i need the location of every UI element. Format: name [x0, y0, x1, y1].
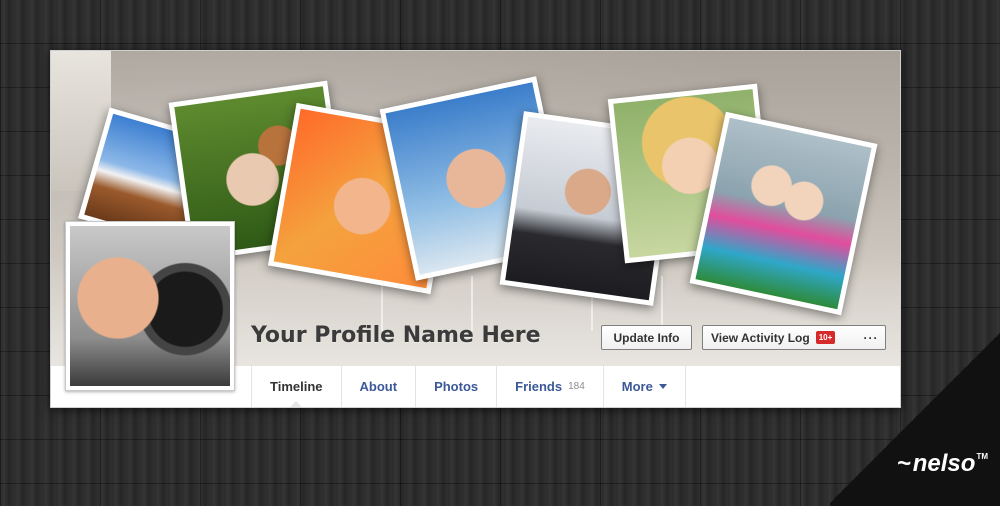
swirl-icon: ~: [896, 450, 911, 477]
chevron-down-icon: [658, 384, 667, 389]
facebook-timeline-cover-card: Your Profile Name Here Update Info View …: [50, 50, 901, 408]
cover-background-chair: [661, 276, 663, 331]
friends-count: 184: [568, 381, 585, 392]
trademark-mark: TM: [976, 452, 988, 461]
activity-count-badge: 10+: [815, 331, 836, 344]
tab-label: Timeline: [270, 379, 323, 394]
tab-more[interactable]: More: [604, 366, 686, 407]
view-activity-log-button[interactable]: View Activity Log 10+: [702, 325, 858, 350]
profile-picture[interactable]: [65, 221, 235, 391]
brand-logo-text: nelso: [912, 450, 976, 477]
tab-about[interactable]: About: [342, 366, 417, 407]
tab-friends[interactable]: Friends 184: [497, 366, 604, 407]
brand-corner: [830, 330, 1000, 506]
more-actions-button[interactable]: ···: [857, 325, 886, 350]
tab-photos[interactable]: Photos: [416, 366, 498, 407]
update-info-button[interactable]: Update Info: [601, 325, 692, 350]
tab-label: Friends: [515, 379, 563, 394]
timeline-nav-tabs: Timeline About Photos Friends 184 More: [251, 366, 686, 407]
tab-label: About: [359, 379, 398, 394]
ellipsis-icon: ···: [863, 330, 879, 345]
tab-timeline[interactable]: Timeline: [252, 366, 342, 407]
tab-label: More: [621, 379, 653, 394]
profile-name[interactable]: Your Profile Name Here: [251, 323, 541, 348]
nelso-logo: ~ nelso TM: [897, 450, 988, 478]
view-activity-log-label: View Activity Log: [711, 330, 810, 345]
tab-label: Photos: [434, 379, 479, 394]
profile-picture-image: [70, 226, 230, 386]
